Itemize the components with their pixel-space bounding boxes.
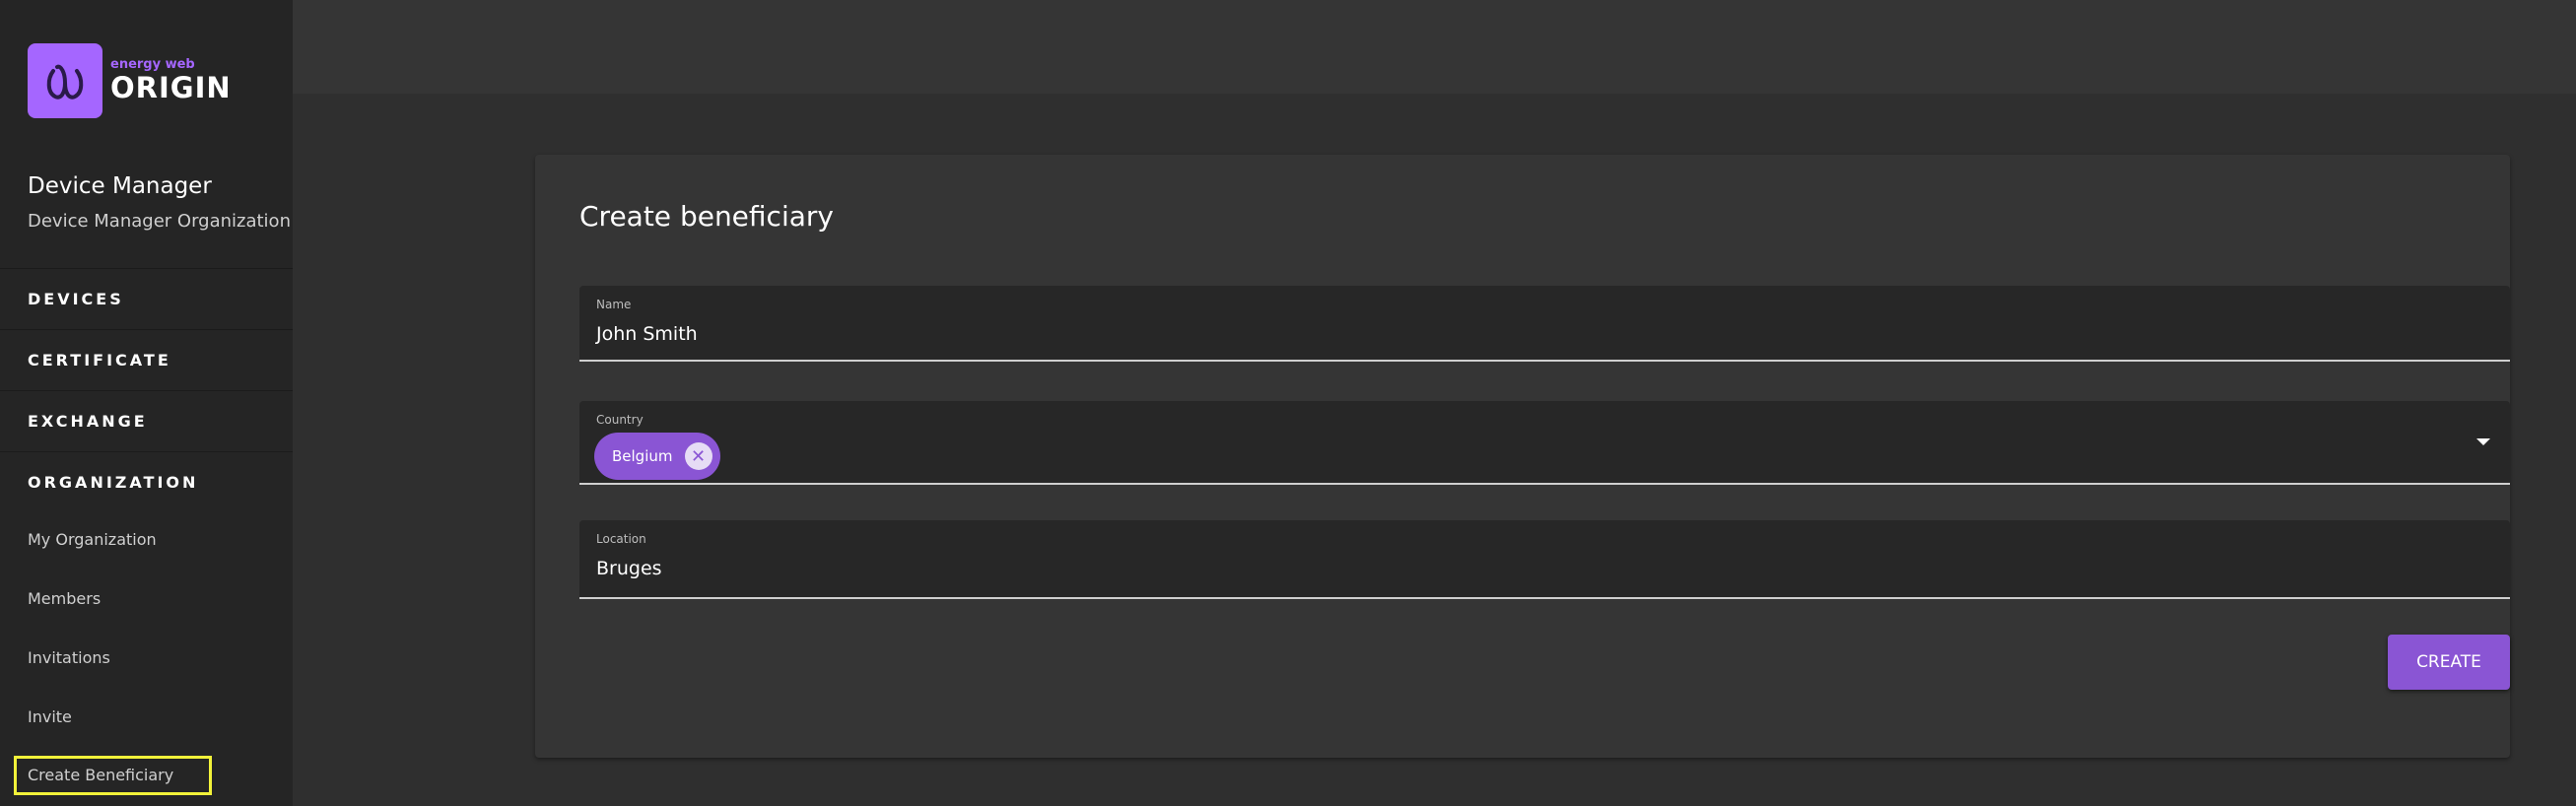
location-field[interactable]: Location Bruges bbox=[579, 520, 2510, 599]
sidebar-item-members[interactable]: Members bbox=[28, 589, 101, 608]
dropdown-arrow-icon[interactable] bbox=[2476, 438, 2490, 445]
country-field-label: Country bbox=[596, 413, 644, 427]
country-chip-label: Belgium bbox=[612, 447, 673, 465]
sidebar-item-invitations[interactable]: Invitations bbox=[28, 648, 110, 667]
top-bar bbox=[293, 0, 2576, 94]
energy-web-logo-icon bbox=[28, 43, 102, 118]
page-title: Create beneficiary bbox=[579, 200, 834, 233]
location-field-label: Location bbox=[596, 532, 646, 546]
brand-logo[interactable]: energy web ORIGIN bbox=[28, 43, 232, 118]
country-chip: Belgium ✕ bbox=[594, 433, 720, 480]
sidebar-item-my-organization[interactable]: My Organization bbox=[28, 530, 157, 549]
sidebar: energy web ORIGIN Device Manager Device … bbox=[0, 0, 293, 806]
nav-section-devices[interactable]: DEVICES bbox=[0, 268, 293, 329]
name-field-value[interactable]: John Smith bbox=[596, 323, 698, 345]
nav-section-certificate[interactable]: CERTIFICATE bbox=[0, 329, 293, 390]
brand-small-text: energy web bbox=[110, 57, 195, 72]
brand-big-text: ORIGIN bbox=[110, 71, 232, 104]
sidebar-item-invite[interactable]: Invite bbox=[28, 707, 72, 726]
user-organization: Device Manager Organization bbox=[28, 211, 291, 232]
create-button[interactable]: CREATE bbox=[2388, 635, 2510, 690]
name-field-label: Name bbox=[596, 298, 632, 311]
close-circle-icon[interactable]: ✕ bbox=[684, 442, 712, 470]
nav-section-organization[interactable]: ORGANIZATION bbox=[0, 451, 293, 512]
location-field-value[interactable]: Bruges bbox=[596, 558, 662, 579]
nav-section-exchange[interactable]: EXCHANGE bbox=[0, 390, 293, 451]
active-item-highlight bbox=[14, 756, 212, 795]
country-select[interactable]: Country Belgium ✕ bbox=[579, 401, 2510, 485]
user-name: Device Manager bbox=[28, 173, 212, 199]
create-beneficiary-card: Create beneficiary Name John Smith Count… bbox=[535, 155, 2510, 758]
name-field[interactable]: Name John Smith bbox=[579, 286, 2510, 362]
